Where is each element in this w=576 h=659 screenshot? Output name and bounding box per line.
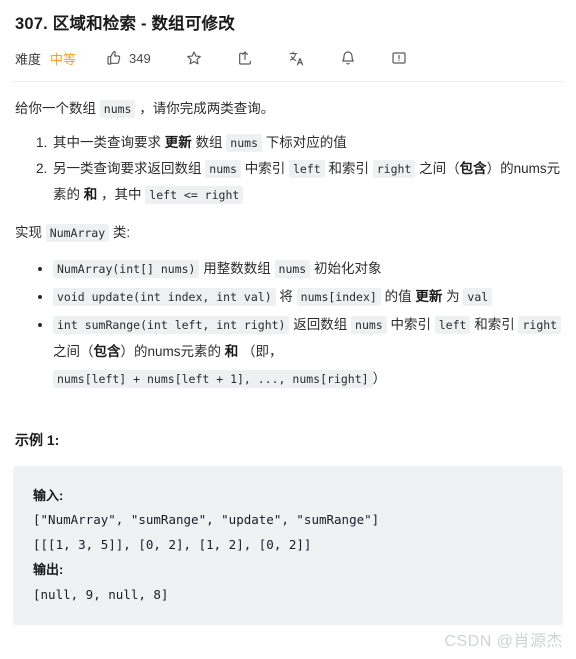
implement-code-numarray: NumArray (45, 223, 110, 242)
item1-text3: 下标对应的值 (265, 134, 347, 150)
csdn-watermark: CSDN @肖源杰 (444, 633, 563, 650)
query-type-list: 其中一类查询要求 更新 数组 nums 下标对应的值 另一类查询要求返回数组 n… (13, 130, 563, 209)
list-item: 其中一类查询要求 更新 数组 nums 下标对应的值 (51, 130, 563, 156)
method-list: NumArray(int[] nums) 用整数数组 nums 初始化对象 vo… (13, 255, 563, 392)
item2-bold-sum: 和 (83, 187, 98, 203)
method1-text2: 初始化对象 (313, 261, 382, 276)
item2-bold-include: 包含 (459, 161, 487, 177)
method3-code-left: left (434, 316, 471, 334)
method2-code-numsindex: nums[index] (296, 288, 381, 306)
method3-text1: 返回数组 (293, 317, 348, 332)
list-item: 另一类查询要求返回数组 nums 中索引 left 和索引 right 之间（包… (51, 156, 563, 209)
method3-code-formula: nums[left] + nums[left + 1], ..., nums[r… (53, 370, 373, 388)
like-count: 349 (129, 50, 151, 66)
star-icon (186, 50, 202, 66)
method3-signature: int sumRange(int left, int right) (53, 316, 290, 334)
intro-text-before: 给你一个数组 (15, 101, 96, 117)
method3-text7: ） (372, 371, 387, 386)
output-line-1: [null, 9, null, 8] (33, 586, 169, 602)
input-line-2: [[[1, 3, 5]], [0, 2], [1, 2], [0, 2]] (33, 536, 312, 552)
list-item: int sumRange(int left, int right) 返回数组 n… (38, 311, 563, 392)
like-button[interactable]: 349 (106, 50, 151, 66)
input-line-1: ["NumArray", "sumRange", "update", "sumR… (33, 512, 380, 528)
output-label: 输出: (33, 562, 64, 578)
method3-bold-include: 包含 (93, 344, 121, 359)
item1-text1: 其中一类查询要求 (53, 134, 161, 150)
item1-text2: 数组 (195, 134, 223, 150)
method2-bold-update: 更新 (415, 289, 443, 304)
share-icon (237, 50, 253, 66)
list-item: NumArray(int[] nums) 用整数数组 nums 初始化对象 (38, 255, 563, 282)
translate-icon (288, 50, 305, 67)
method2-text3: 为 (446, 289, 460, 304)
difficulty-badge: 中等 (50, 51, 77, 67)
item2-code-left: left (289, 160, 325, 179)
example-heading: 示例 1: (15, 432, 60, 448)
input-label: 输入: (33, 488, 64, 503)
page-title: 307. 区域和检索 - 数组可修改 (15, 15, 235, 33)
method3-text2: 中索引 (390, 317, 431, 332)
list-item: void update(int index, int val) 将 nums[i… (38, 283, 563, 310)
method3-text4: 之间（ (53, 344, 94, 359)
meta-row: 难度 中等 349 (15, 47, 563, 69)
action-icon-group: 349 (106, 50, 407, 67)
feedback-icon (391, 50, 407, 66)
difficulty-label: 难度 (15, 51, 42, 67)
thumbs-up-icon (106, 50, 122, 66)
item2-text4: 之间（ (419, 161, 460, 177)
item2-text3: 和索引 (328, 161, 369, 177)
implement-text-before: 实现 (15, 224, 42, 240)
share-button[interactable] (237, 50, 253, 66)
method2-code-val: val (463, 288, 493, 306)
intro-text-after: ，请你完成两类查询。 (139, 101, 275, 117)
intro-paragraph: 给你一个数组 nums ，请你完成两类查询。 (15, 96, 563, 122)
method2-signature: void update(int index, int val) (53, 288, 276, 306)
intro-code-nums: nums (99, 100, 136, 119)
bell-icon (340, 50, 356, 66)
implement-paragraph: 实现 NumArray 类: (15, 220, 563, 246)
favorite-button[interactable] (186, 50, 202, 66)
method3-code-nums: nums (351, 316, 387, 334)
method3-bold-sum: 和 (224, 344, 239, 359)
item2-code-right: right (372, 160, 416, 179)
item2-text2: 中索引 (244, 161, 286, 177)
item2-text1: 另一类查询要求返回数组 (53, 161, 202, 177)
implement-text-after: 类: (112, 224, 131, 240)
example-section: 示例 1: 输入: ["NumArray", "sumRange", "upda… (13, 430, 563, 625)
notification-button[interactable] (340, 50, 356, 66)
feedback-button[interactable] (391, 50, 407, 66)
problem-page: 307. 区域和检索 - 数组可修改 难度 中等 349 给你一个数组 nums… (0, 0, 576, 659)
header-divider (13, 81, 563, 83)
item2-text6: ，其中 (101, 187, 142, 203)
method2-text2: 的值 (384, 289, 412, 304)
method3-text6: （即， (242, 344, 283, 359)
method3-text3: 和索引 (474, 317, 515, 332)
method3-text5: ）的nums元素的 (120, 344, 222, 359)
method1-signature: NumArray(int[] nums) (53, 260, 200, 278)
item1-bold-update: 更新 (164, 134, 192, 150)
problem-description: 给你一个数组 nums ，请你完成两类查询。 其中一类查询要求 更新 数组 nu… (13, 96, 563, 392)
method2-text1: 将 (279, 289, 293, 304)
method1-code-nums: nums (274, 260, 311, 278)
method1-text1: 用整数数组 (203, 261, 271, 276)
example-code-block: 输入: ["NumArray", "sumRange", "update", "… (13, 466, 563, 625)
translate-button[interactable] (288, 50, 305, 67)
item2-code-constraint: left <= right (145, 186, 244, 205)
page-header: 307. 区域和检索 - 数组可修改 难度 中等 349 (13, 14, 563, 83)
item2-code-nums: nums (205, 160, 241, 179)
method3-code-right: right (518, 316, 562, 334)
item1-code-nums: nums (226, 133, 262, 152)
